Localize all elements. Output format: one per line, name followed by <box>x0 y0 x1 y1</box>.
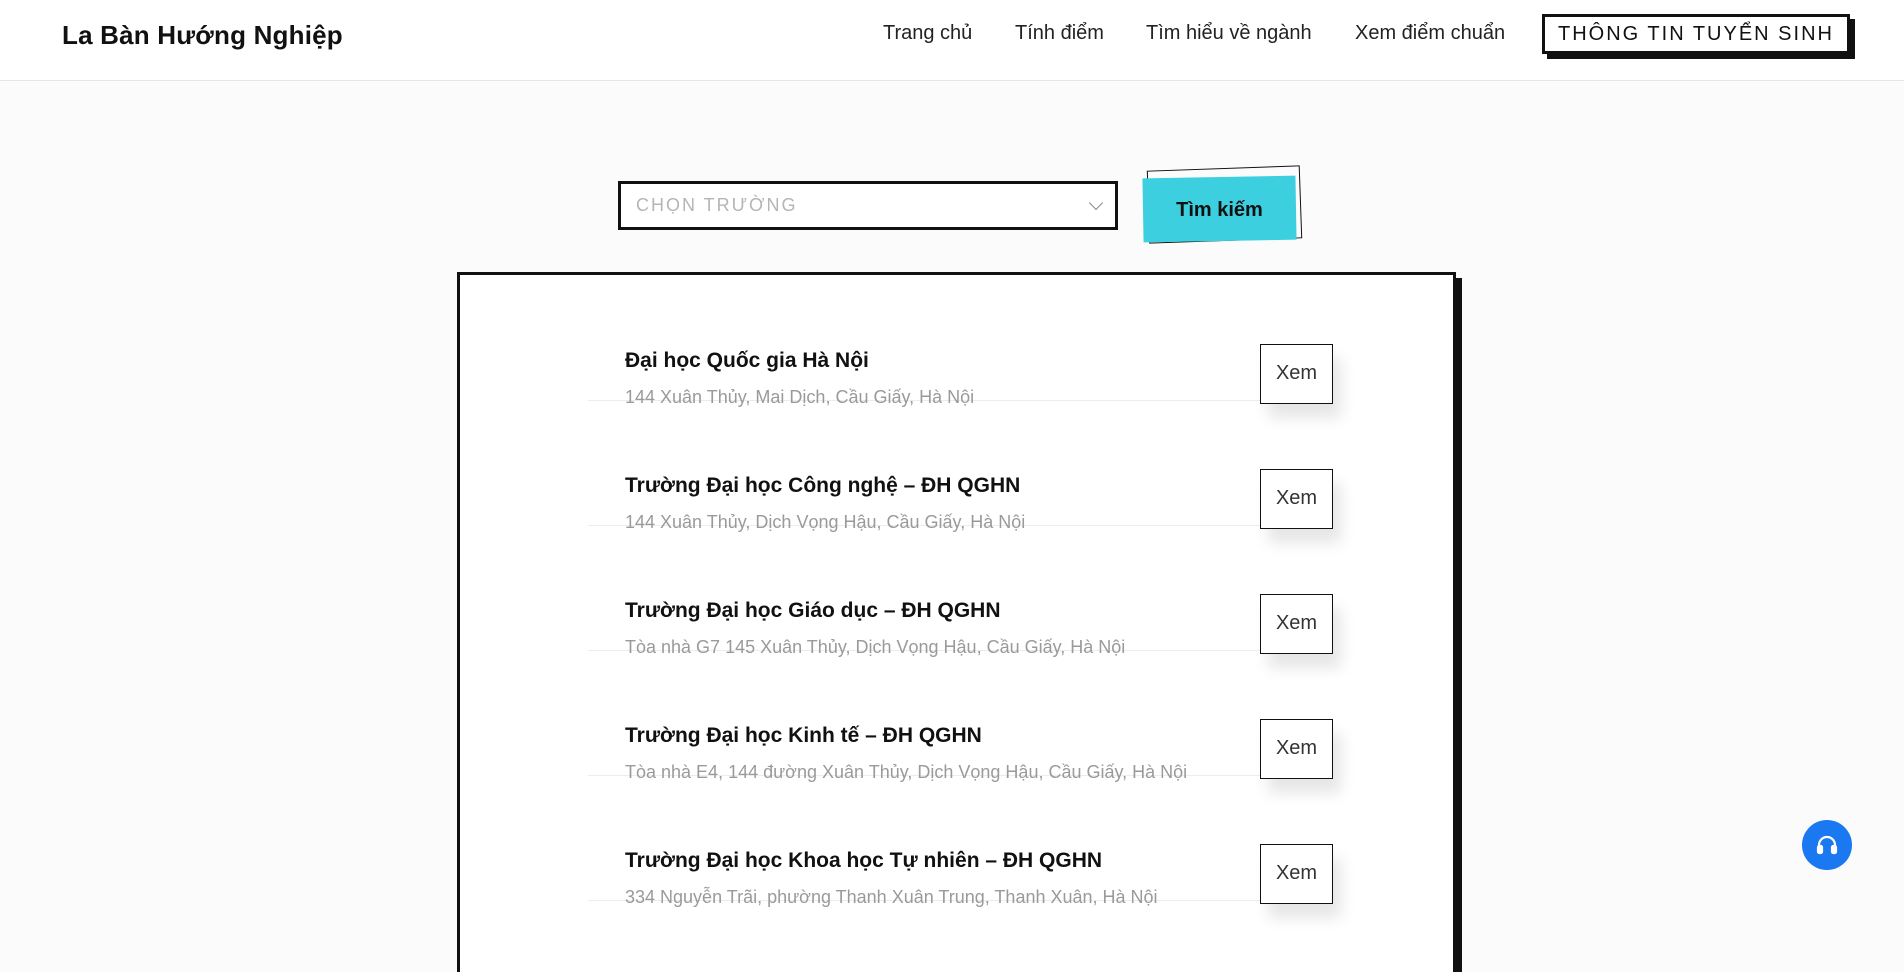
school-row: Trường Đại học Khoa học Tự nhiên – ĐH QG… <box>588 775 1333 907</box>
view-school-button[interactable]: Xem <box>1260 719 1333 779</box>
school-select[interactable]: CHỌN TRƯỜNG <box>618 181 1118 230</box>
view-school-button[interactable]: Xem <box>1260 344 1333 404</box>
view-school-button[interactable]: Xem <box>1260 469 1333 529</box>
school-name: Trường Đại học Công nghệ – ĐH QGHN <box>625 474 1021 497</box>
school-list-panel: Đại học Quốc gia Hà Nội 144 Xuân Thủy, M… <box>457 272 1456 972</box>
school-row: Trường Đại học Công nghệ – ĐH QGHN 144 X… <box>588 400 1333 532</box>
support-chat-button[interactable] <box>1802 820 1852 870</box>
nav-trang-chu[interactable]: Trang chủ <box>883 22 972 45</box>
nav-thong-tin-tuyen-sinh-button[interactable]: THÔNG TIN TUYỂN SINH <box>1542 14 1850 54</box>
school-name: Trường Đại học Kinh tế – ĐH QGHN <box>625 724 982 747</box>
brand-logo[interactable]: La Bàn Hướng Nghiệp <box>62 20 343 51</box>
search-button-wrapper: Tìm kiếm <box>1142 165 1303 246</box>
site-header: La Bàn Hướng Nghiệp Trang chủ Tính điểm … <box>0 0 1904 81</box>
school-row: Đại học Quốc gia Hà Nội 144 Xuân Thủy, M… <box>588 275 1333 407</box>
nav-tim-hieu-nganh[interactable]: Tìm hiểu về ngành <box>1146 22 1312 45</box>
school-select-placeholder: CHỌN TRƯỜNG <box>636 195 798 215</box>
headset-icon <box>1816 835 1838 855</box>
search-button[interactable]: Tìm kiếm <box>1143 177 1296 241</box>
school-name: Trường Đại học Giáo dục – ĐH QGHN <box>625 599 1001 622</box>
school-name: Trường Đại học Khoa học Tự nhiên – ĐH QG… <box>625 849 1103 872</box>
school-row: Trường Đại học Giáo dục – ĐH QGHN Tòa nh… <box>588 525 1333 657</box>
school-address: 334 Nguyễn Trãi, phường Thanh Xuân Trung… <box>625 887 1158 907</box>
chevron-down-icon <box>1088 195 1104 211</box>
view-school-button[interactable]: Xem <box>1260 594 1333 654</box>
nav-tinh-diem[interactable]: Tính điểm <box>1015 22 1104 45</box>
school-row: Trường Đại học Kinh tế – ĐH QGHN Tòa nhà… <box>588 650 1333 782</box>
nav-xem-diem-chuan[interactable]: Xem điểm chuẩn <box>1355 22 1505 45</box>
school-name: Đại học Quốc gia Hà Nội <box>625 349 869 372</box>
view-school-button[interactable]: Xem <box>1260 844 1333 904</box>
